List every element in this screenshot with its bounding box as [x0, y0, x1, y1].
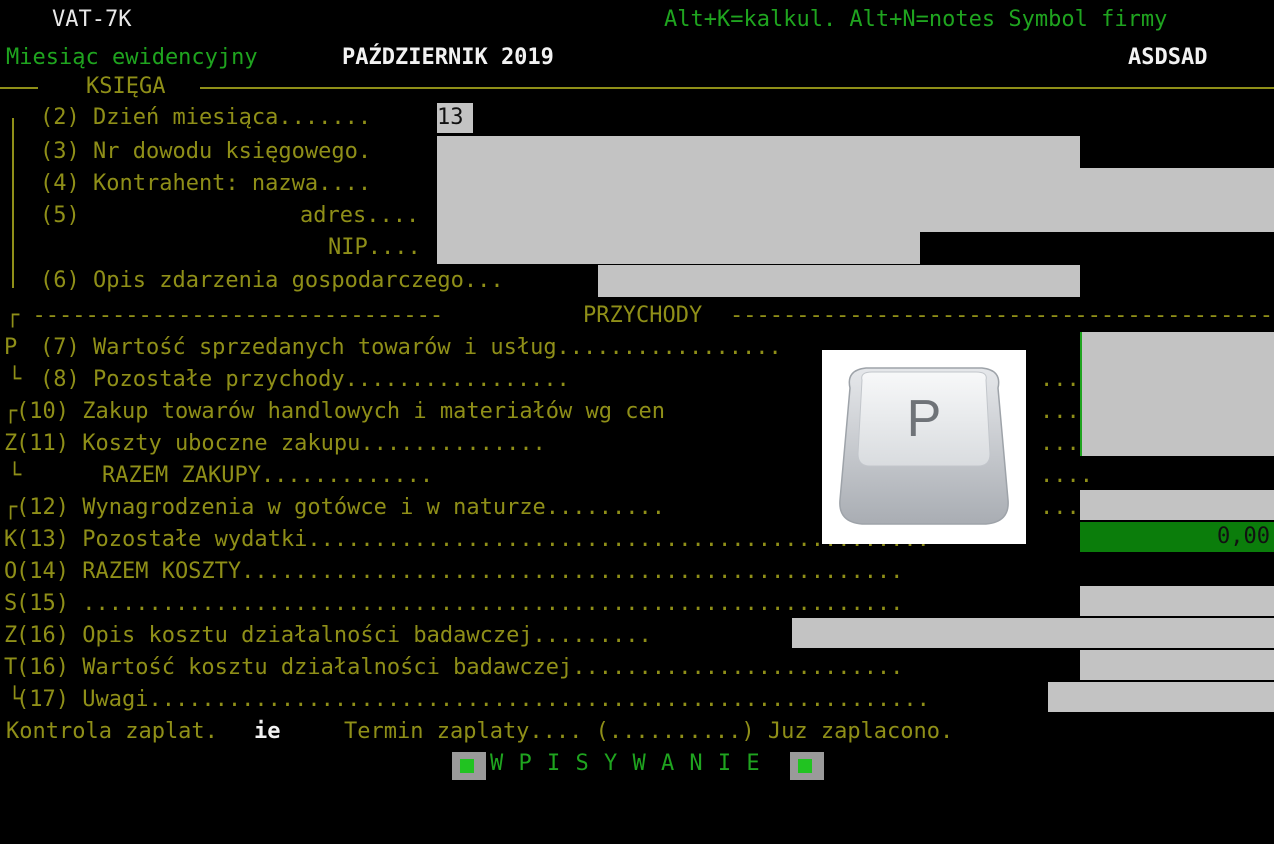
month-label: Miesiąc ewidencyjny	[6, 45, 258, 70]
day-label: (2) Dzień miesiąca.......	[40, 105, 372, 130]
contractor-name-label: (4) Kontrahent: nazwa....	[40, 171, 372, 196]
other-expenses-value: 0,00	[1217, 524, 1270, 549]
section-divider-right	[200, 87, 1274, 89]
address-number: (5)	[40, 203, 80, 228]
contractor-address-input[interactable]	[437, 200, 1274, 232]
control-label: Kontrola zaplat.	[6, 719, 218, 744]
description-label: (6) Opis zdarzenia gospodarczego...	[40, 268, 504, 293]
payment-control-row: Kontrola zaplat. ie Termin zaplaty.... (…	[0, 716, 1274, 748]
mode-status: W P I S Y W A N I E	[0, 748, 1274, 780]
header-row-2: Miesiąc ewidencyjny PAŹDZIERNIK 2019 ASD…	[0, 42, 1274, 74]
nip-label: NIP....	[328, 235, 421, 260]
section-przychody-row: ┌ ------------------------------- PRZYCH…	[0, 300, 1274, 332]
status-marker-right	[790, 752, 824, 780]
remarks-input[interactable]	[1048, 682, 1274, 712]
hotkeys-hint: Alt+K=kalkul. Alt+N=notes Symbol firmy	[664, 7, 1168, 32]
keyboard-key-icon: P	[822, 350, 1026, 544]
form-code: VAT-7K	[52, 7, 132, 32]
row-15-label: (15) ...................................…	[16, 591, 904, 616]
dots-tail-zakupy: ....	[1040, 463, 1093, 488]
income-fields[interactable]	[1080, 332, 1274, 396]
salaries-label: (12) Wynagrodzenia w gotówce i w naturze…	[16, 495, 666, 520]
description-input[interactable]	[598, 265, 1080, 297]
row-total-purchases: └ RAZEM ZAKUPY............. ....	[0, 460, 1274, 492]
bracket-corner: └	[8, 367, 22, 392]
address-label: adres....	[300, 203, 420, 228]
salaries-input[interactable]	[1080, 490, 1274, 520]
bracket-corner-2: └	[8, 463, 22, 488]
section-title-ksiega: KSIĘGA	[86, 74, 166, 99]
dash-left: ┌ -------------------------------	[6, 303, 444, 328]
company-symbol: ASDSAD	[1128, 45, 1208, 70]
row-day: (2) Dzień miesiąca.......	[0, 102, 1274, 134]
row-total-costs: O (14) RAZEM KOSZTY.....................…	[0, 556, 1274, 588]
side-costs-label: (11) Koszty uboczne zakupu..............	[16, 431, 546, 456]
research-desc-label: (16) Opis kosztu działalności badawczej.…	[16, 623, 652, 648]
goods-purchase-label: (10) Zakup towarów handlowych i materiał…	[16, 399, 666, 424]
research-desc-input[interactable]	[792, 618, 1274, 648]
key-letter: P	[907, 390, 942, 448]
research-value-label: (16) Wartość kosztu działalności badawcz…	[16, 655, 904, 680]
remarks-label: (17) Uwagi..............................…	[16, 687, 930, 712]
day-input[interactable]: 13	[437, 103, 473, 133]
nip-input[interactable]	[437, 232, 920, 264]
section-divider-left	[0, 87, 38, 89]
section-title-przychody: PRZYCHODY	[583, 303, 703, 328]
total-purchases-label: RAZEM ZAKUPY.............	[102, 463, 434, 488]
dash-right: ----------------------------------------…	[730, 303, 1274, 328]
side-letter-p: P	[4, 335, 18, 360]
other-income-label: (8) Pozostałe przychody.................	[40, 367, 570, 392]
control-value[interactable]: ie	[254, 716, 281, 748]
research-value-input[interactable]	[1080, 650, 1274, 680]
contractor-name-input[interactable]	[437, 168, 1274, 200]
other-expenses-label: (13) Pozostałe wydatki..................…	[16, 527, 930, 552]
doc-number-label: (3) Nr dowodu księgowego.	[40, 139, 372, 164]
payment-term: Termin zaplaty.... (..........) Juz zapl…	[344, 719, 954, 744]
other-expenses-input[interactable]: 0,00	[1080, 522, 1274, 552]
row-15-input[interactable]	[1080, 586, 1274, 616]
mode-label: W P I S Y W A N I E	[490, 751, 761, 776]
total-costs-label: (14) RAZEM KOSZTY.......................…	[16, 559, 904, 584]
doc-number-input[interactable]	[437, 136, 1080, 168]
purchase-fields[interactable]	[1080, 396, 1274, 456]
sales-label: (7) Wartość sprzedanych towarów i usług.…	[40, 335, 782, 360]
header-row-1: VAT-7K Alt+K=kalkul. Alt+N=notes Symbol …	[0, 4, 1274, 36]
month-value: PAŹDZIERNIK 2019	[342, 45, 554, 70]
